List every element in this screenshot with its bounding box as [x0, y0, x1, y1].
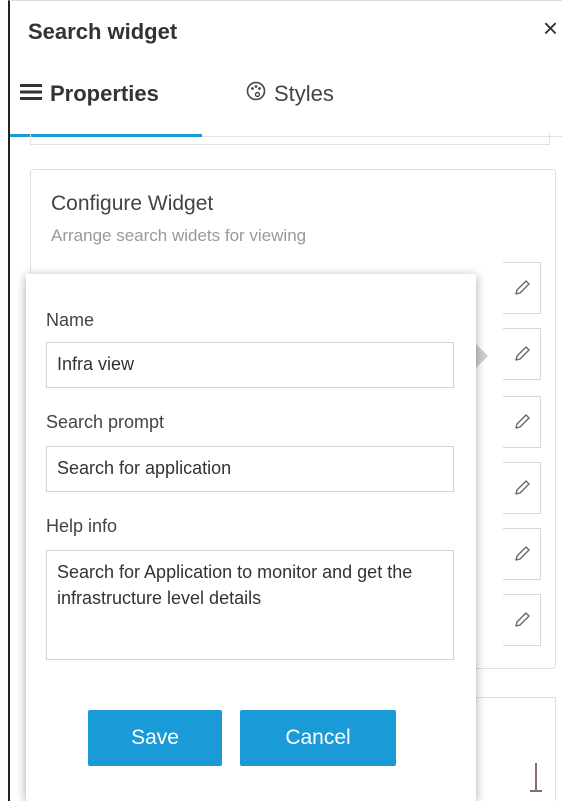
edit-button[interactable] [503, 594, 541, 646]
edit-button[interactable] [503, 528, 541, 580]
edit-button[interactable] [503, 328, 541, 380]
help-info-field[interactable]: Search for Application to monitor and ge… [46, 550, 454, 660]
panel-title: Search widget [28, 19, 178, 44]
pencil-icon [514, 346, 530, 361]
card-subtitle: Arrange search widets for viewing [51, 226, 307, 245]
previous-section-edge [30, 133, 550, 145]
popup-pointer [474, 342, 488, 370]
pencil-icon [514, 280, 530, 295]
list-icon [20, 81, 42, 107]
tab-styles-label: Styles [274, 81, 334, 106]
tab-properties-label: Properties [50, 81, 159, 106]
edit-button[interactable] [503, 396, 541, 448]
tab-properties[interactable]: Properties [20, 81, 159, 107]
save-button[interactable]: Save [88, 710, 222, 766]
palette-icon [246, 81, 266, 107]
title-bar: Search widget × [10, 1, 562, 65]
edit-button[interactable] [503, 262, 541, 314]
help-info-label: Help info [46, 516, 118, 536]
search-prompt-field[interactable]: Search for application [46, 446, 454, 492]
tab-styles[interactable]: Styles [246, 81, 334, 107]
pencil-icon [514, 612, 530, 627]
search-prompt-label: Search prompt [46, 412, 165, 432]
tab-bar: Properties Styles [10, 65, 562, 137]
cancel-button[interactable]: Cancel [240, 710, 396, 766]
card-title: Configure Widget [51, 192, 214, 215]
partial-icon [526, 761, 546, 801]
close-icon[interactable]: × [543, 15, 558, 41]
pencil-icon [514, 480, 530, 495]
name-label: Name [46, 310, 95, 330]
edit-button[interactable] [503, 462, 541, 514]
name-field[interactable]: Infra view [46, 342, 454, 388]
pencil-icon [514, 414, 530, 429]
edit-search-popup: Name Infra view Search prompt Search for… [26, 274, 476, 801]
pencil-icon [514, 546, 530, 561]
